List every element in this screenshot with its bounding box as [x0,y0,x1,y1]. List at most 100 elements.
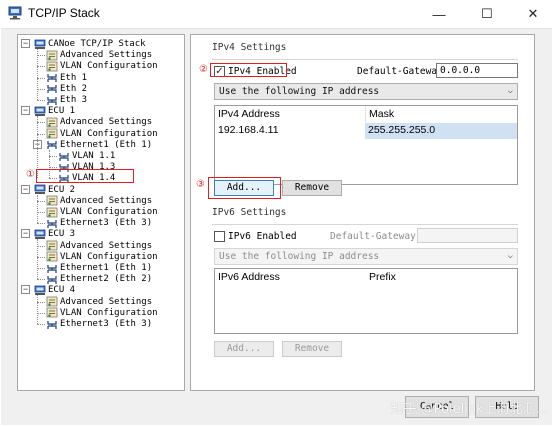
tree-node-label: Ethernet1 (Eth 1) [60,263,153,273]
settings-icon [46,207,58,218]
ipv4-remove-button[interactable]: Remove [282,180,342,196]
tree-node-label: Eth 3 [60,95,88,105]
stack-tree[interactable]: − CANoe TCP/IP Stack Advanced Settings VLAN… [17,34,185,391]
tree-node[interactable]: VLAN 1.1 [58,150,115,162]
tree-node[interactable]: VLAN Configuration [46,60,158,72]
ipv6-remove-button[interactable]: Remove [282,341,342,357]
ipv4-gateway-label: Default-Gateway [357,66,443,77]
tree-node-label: Ethernet1 (Eth 1) [60,139,153,150]
tree-node[interactable]: VLAN Configuration [46,251,158,263]
tree-node-label: Advanced Settings [60,117,153,128]
window-title: TCP/IP Stack [28,6,100,20]
tree-node[interactable]: Advanced Settings [46,296,152,308]
tree-connector [37,256,45,258]
mask-cell: 255.255.255.0 [365,123,517,139]
ethernet-icon [46,218,58,229]
settings-icon [46,117,58,128]
tree-node[interactable]: VLAN Configuration [46,128,158,140]
tree-expander-icon[interactable]: − [21,229,30,239]
tree-node-label: VLAN Configuration [60,128,158,139]
ipv4-table-header: IPv4 Address Mask [215,106,517,122]
mask-column-header: Mask [369,108,395,120]
tree-node-label: Ethernet3 (Eth 3) [60,319,153,329]
ipv4-mode-select[interactable]: Use the following IP address ⌵ [214,83,518,100]
settings-icon [46,240,58,251]
tree-expander-icon[interactable]: − [21,39,30,48]
stack-icon [34,285,46,296]
tree-node[interactable]: Advanced Settings [46,116,152,128]
ipv6-section-title: IPv6 Settings [212,207,287,218]
ipv6-enabled-label: IPv6 Enabled [228,231,297,242]
tree-node-label: ECU 3 [48,229,76,240]
close-button[interactable]: ✕ [510,0,554,28]
tree-node[interactable]: Ethernet3 (Eth 3) [46,318,152,330]
ipv6-address-table[interactable]: IPv6 Address Prefix [214,268,518,334]
ethernet-icon [46,83,58,94]
tree-node[interactable]: Ethernet2 (Eth 2) [46,273,152,285]
settings-pane: IPv4 Settings ✓ IPv4 Enabled Default-Gat… [190,34,535,391]
maximize-button[interactable]: ☐ [464,0,510,28]
tree-node-label: VLAN Configuration [60,61,158,72]
chevron-down-icon: ⌵ [507,86,513,96]
tree-connector [37,100,45,101]
tree-node[interactable]: Eth 3 [46,94,87,106]
ipv6-mode-value: Use the following IP address [219,251,380,262]
tree-connector [37,122,45,124]
stack-icon [34,184,46,195]
settings-icon [46,61,58,72]
ipv6-mode-select[interactable]: Use the following IP address ⌵ [214,248,518,265]
tree-node[interactable]: Ethernet1 (Eth 1) [46,139,152,151]
tree-expander-icon[interactable]: − [21,106,30,116]
maximize-icon: ☐ [481,6,493,21]
tree-node-label: VLAN 1.1 [72,151,116,161]
tree-expander-icon[interactable]: − [21,184,30,194]
tree-node-label: CANoe TCP/IP Stack [48,39,146,49]
tree-node[interactable]: VLAN Configuration [46,206,158,218]
minimize-icon: — [432,6,446,22]
annotation-marker-2: ② [199,64,208,75]
tree-node[interactable]: ECU 2 [34,184,75,196]
ipv4-address-table[interactable]: IPv4 Address Mask 192.168.4.11 255.255.2… [214,105,518,185]
tree-connector [37,77,45,79]
annotation-box-ipv4-enabled [210,63,287,77]
tree-node-label: Eth 1 [60,72,88,83]
ipv6-divider [212,224,518,225]
ethernet-icon [46,263,58,274]
tree-node[interactable]: Eth 2 [46,83,87,95]
tree-connector [37,200,45,202]
tree-node[interactable]: ECU 3 [34,228,75,240]
tree-node-label: VLAN Configuration [60,251,158,262]
ipv6-enabled-checkbox[interactable] [214,231,225,242]
network-app-icon [8,6,22,20]
tree-expander-icon[interactable]: − [21,285,30,295]
annotation-box-add [208,177,281,199]
tree-node[interactable]: Advanced Settings [46,240,152,252]
tree-connector [37,223,45,225]
table-row[interactable]: 192.168.4.11 255.255.255.0 [215,122,517,139]
tree-node[interactable]: VLAN Configuration [46,307,158,319]
tree-node[interactable]: Eth 1 [46,72,87,84]
tree-node[interactable]: Ethernet3 (Eth 3) [46,217,152,229]
stack-icon [34,39,46,50]
tree-node[interactable]: Ethernet1 (Eth 1) [46,262,152,274]
tree-connector [37,88,45,90]
tree-node[interactable]: Advanced Settings [46,49,152,61]
tree-node[interactable]: CANoe TCP/IP Stack [34,38,146,50]
ipv6-add-button[interactable]: Add... [214,341,274,357]
ipv4-gateway-input[interactable]: 0.0.0.0 [436,63,518,78]
ethernet-icon [46,95,58,106]
tree-connector [37,245,45,247]
ethernet-icon [46,274,58,285]
tree-connector [49,156,57,157]
ipv6-gateway-input[interactable] [417,228,518,243]
annotation-marker-1: ① [26,169,35,180]
close-icon: ✕ [527,6,539,21]
tree-node-label: Advanced Settings [60,195,153,206]
ipv6-table-header: IPv6 Address Prefix [215,269,517,285]
tree-node[interactable]: ECU 4 [34,284,75,296]
tree-node[interactable]: Advanced Settings [46,195,152,207]
tree-node[interactable]: ECU 1 [34,105,75,117]
minimize-button[interactable]: — [416,0,462,28]
ipv6-gateway-label: Default-Gateway: [330,231,422,242]
tree-connector [37,295,38,324]
